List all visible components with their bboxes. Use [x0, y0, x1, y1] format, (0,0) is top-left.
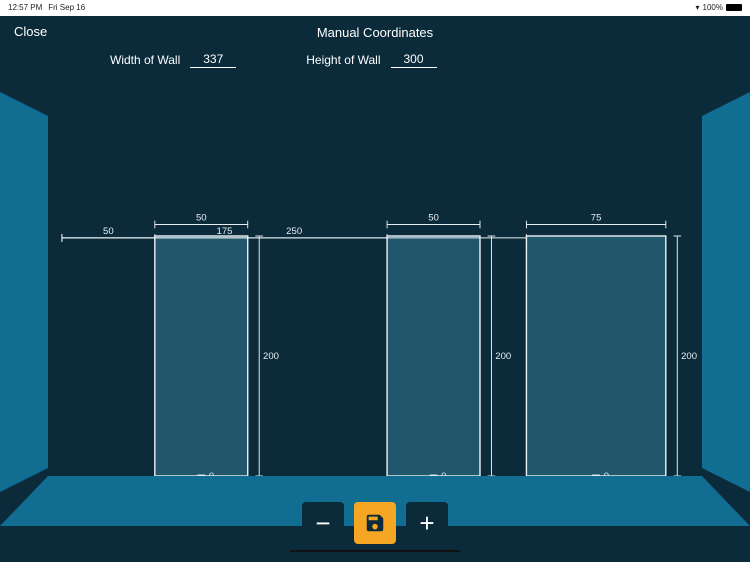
- wifi-icon: ▾: [696, 3, 700, 12]
- height-label: Height of Wall: [306, 53, 380, 67]
- svg-text:50: 50: [428, 213, 439, 224]
- close-button[interactable]: Close: [14, 24, 47, 39]
- footer-divider: [290, 550, 460, 552]
- header: Close Manual Coordinates: [0, 16, 750, 48]
- frame[interactable]: [526, 236, 665, 476]
- width-label: Width of Wall: [110, 53, 180, 67]
- svg-text:200: 200: [495, 351, 511, 362]
- plus-button[interactable]: +: [406, 502, 448, 544]
- wall-dimensions-row: Width of Wall Height of Wall: [0, 48, 750, 76]
- frame[interactable]: [387, 236, 480, 476]
- status-date: Fri Sep 16: [48, 3, 85, 12]
- svg-text:0: 0: [604, 471, 609, 476]
- svg-text:50: 50: [196, 213, 207, 224]
- wall-canvas[interactable]: 50 200 50 0 50 200 175 0 75 200 250 0: [48, 116, 702, 476]
- svg-text:250: 250: [286, 226, 302, 237]
- svg-text:75: 75: [591, 213, 602, 224]
- plus-icon: +: [419, 510, 434, 536]
- svg-text:200: 200: [263, 351, 279, 362]
- minus-button[interactable]: −: [302, 502, 344, 544]
- width-input[interactable]: [190, 52, 236, 68]
- status-battery: 100%: [703, 3, 723, 12]
- wall-side-right: [702, 92, 750, 492]
- page-title: Manual Coordinates: [317, 25, 433, 40]
- wall-side-left: [0, 92, 48, 492]
- svg-text:0: 0: [209, 471, 214, 476]
- svg-text:50: 50: [103, 226, 114, 237]
- frame[interactable]: [155, 236, 248, 476]
- status-time: 12:57 PM: [8, 3, 42, 12]
- battery-icon: [726, 4, 742, 11]
- minus-icon: −: [315, 510, 330, 536]
- svg-text:175: 175: [217, 226, 233, 237]
- svg-text:200: 200: [681, 351, 697, 362]
- save-icon: [364, 512, 386, 534]
- status-bar: 12:57 PM Fri Sep 16 ▾ 100%: [0, 0, 750, 14]
- save-button[interactable]: [354, 502, 396, 544]
- height-input[interactable]: [391, 52, 437, 68]
- svg-text:0: 0: [441, 471, 446, 476]
